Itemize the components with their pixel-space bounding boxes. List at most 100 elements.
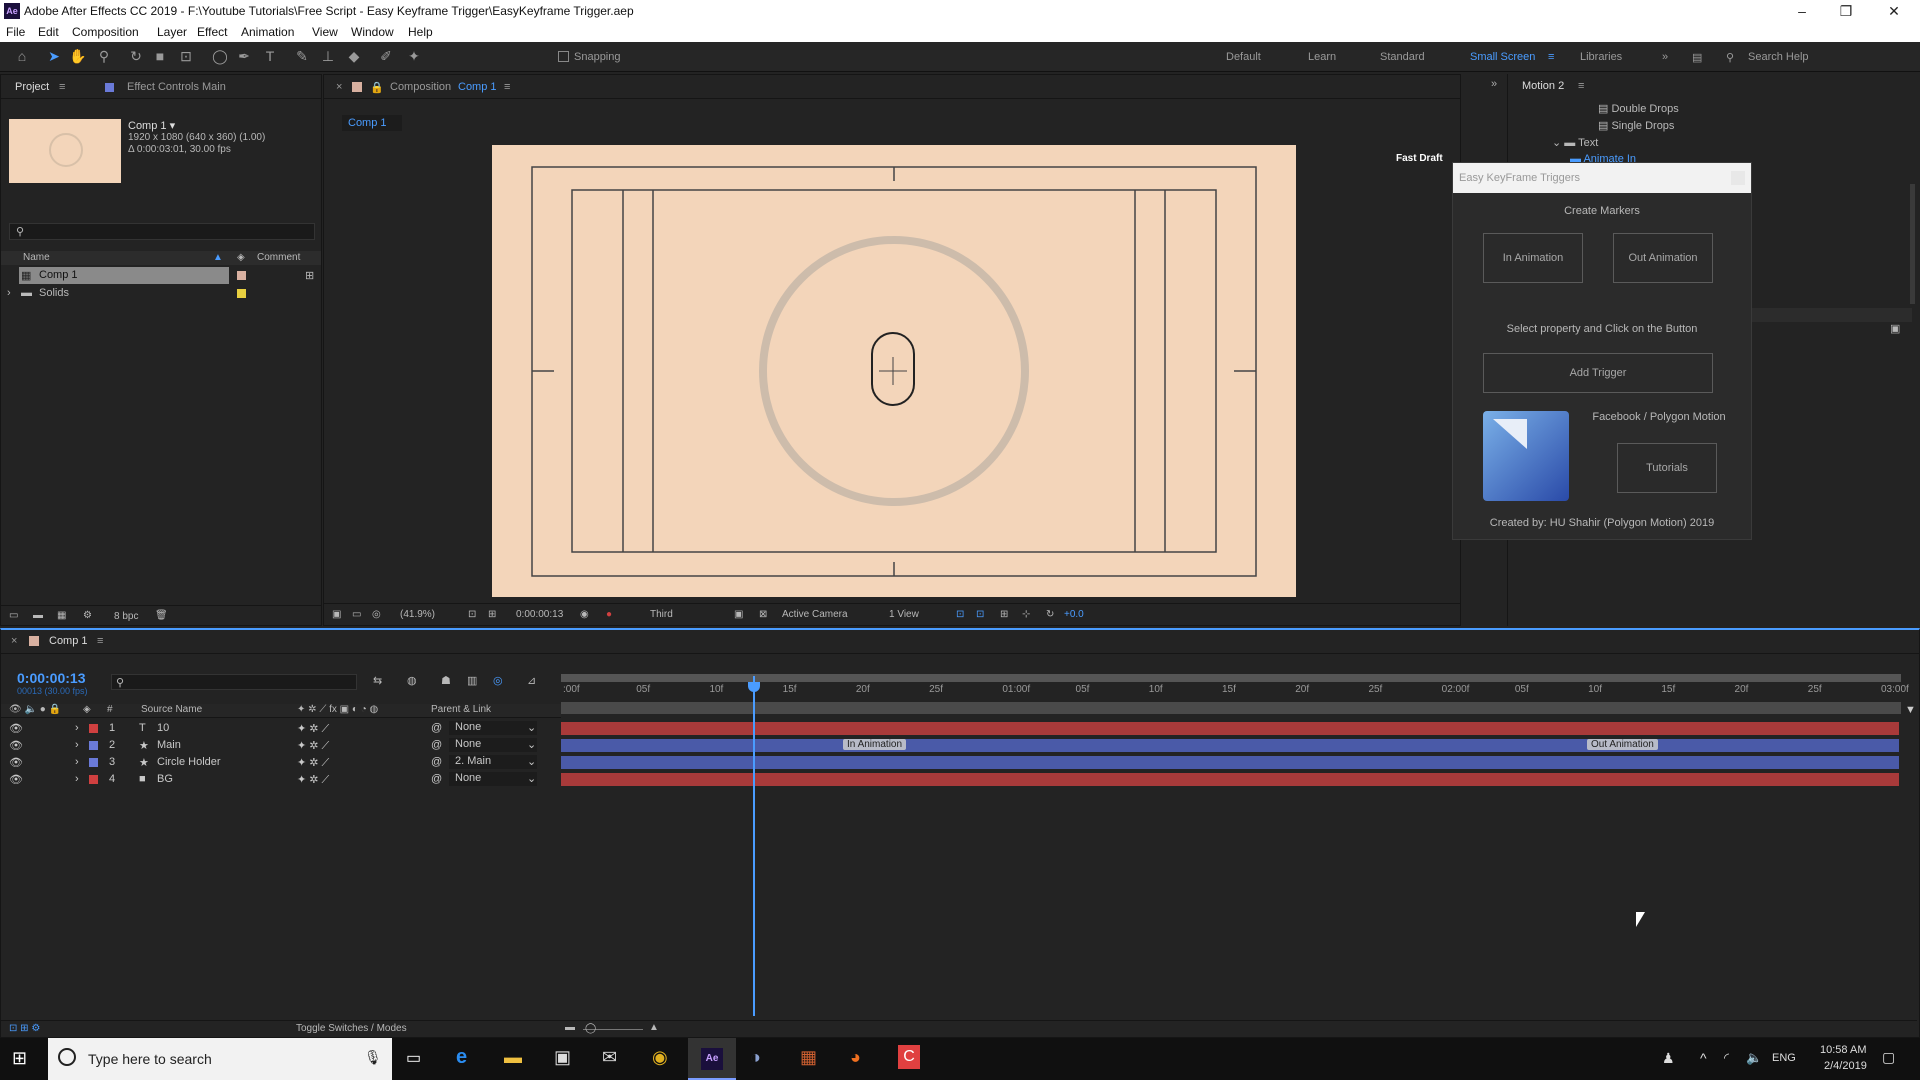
- menu-edit[interactable]: Edit: [38, 25, 59, 39]
- layer-name[interactable]: Circle Holder: [157, 756, 221, 768]
- parent-dropdown[interactable]: None: [449, 738, 537, 752]
- comp-canvas[interactable]: [492, 145, 1296, 597]
- tree-item[interactable]: ⌄ ▬ Text: [1552, 136, 1598, 149]
- layer-duration-bar[interactable]: [561, 722, 1899, 735]
- edge-icon[interactable]: e: [456, 1046, 467, 1069]
- wifi-icon[interactable]: ◜: [1724, 1050, 1729, 1066]
- expand-layer-icon[interactable]: ›: [75, 722, 79, 734]
- tutorials-button[interactable]: Tutorials: [1617, 443, 1717, 493]
- snapshot-icon[interactable]: ◉: [580, 609, 589, 620]
- add-trigger-button[interactable]: Add Trigger: [1483, 353, 1713, 393]
- layer-name[interactable]: 10: [157, 722, 169, 734]
- timeline-current-time[interactable]: 0:00:00:13: [17, 670, 86, 686]
- file-explorer-icon[interactable]: ▬: [504, 1047, 522, 1068]
- layer-switch-icons[interactable]: ✦ ✲ ⟋: [297, 739, 329, 753]
- layer-row[interactable]: 👁 › 2 ★ Main ✦ ✲ ⟋ @ None ⌄: [1, 737, 561, 754]
- layer-row[interactable]: 👁 › 4 ■ BG ✦ ✲ ⟋ @ None ⌄: [1, 771, 561, 788]
- monitor-icon[interactable]: ▭: [352, 609, 361, 620]
- expand-panels-icon[interactable]: »: [1491, 78, 1497, 90]
- layer-duration-bar[interactable]: [561, 756, 1899, 769]
- workspace-default[interactable]: Default: [1226, 51, 1261, 63]
- workspace-overflow-icon[interactable]: »: [1662, 51, 1668, 63]
- tray-expand-icon[interactable]: ^: [1700, 1050, 1707, 1066]
- layer-row[interactable]: 👁 › 1 T 10 ✦ ✲ ⟋ @ None ⌄: [1, 720, 561, 737]
- tree-item[interactable]: ▤ Single Drops: [1598, 119, 1674, 132]
- windows-start-icon[interactable]: ⊞: [12, 1048, 27, 1069]
- visibility-eye-icon[interactable]: 👁: [9, 739, 23, 752]
- layer-name[interactable]: BG: [157, 773, 173, 785]
- chrome-icon[interactable]: ◉: [652, 1047, 668, 1068]
- always-preview-icon[interactable]: ▣: [332, 609, 341, 620]
- menu-file[interactable]: File: [6, 25, 25, 39]
- brush-tool-icon[interactable]: ✎: [292, 48, 312, 65]
- menu-effect[interactable]: Effect: [197, 25, 227, 39]
- exposure-value[interactable]: +0.0: [1064, 609, 1084, 620]
- interpret-footage-icon[interactable]: ▭: [9, 610, 18, 621]
- channel-icon[interactable]: ●: [606, 609, 612, 620]
- layer-row[interactable]: 👁 › 3 ★ Circle Holder ✦ ✲ ⟋ @2. Main ⌄: [1, 754, 561, 771]
- tab-composition-name[interactable]: Comp 1: [458, 81, 497, 93]
- chevron-down-icon[interactable]: ⌄: [527, 772, 536, 785]
- snapping-checkbox[interactable]: [558, 51, 569, 62]
- polygon-motion-logo[interactable]: [1483, 411, 1569, 501]
- vr-icon[interactable]: ◎: [372, 609, 381, 620]
- facebook-link[interactable]: Facebook / Polygon Motion: [1579, 411, 1739, 423]
- expand-layer-icon[interactable]: ›: [75, 756, 79, 768]
- tree-item[interactable]: ▤ Double Drops: [1598, 102, 1679, 115]
- tab-composition-label[interactable]: Composition: [390, 81, 451, 93]
- expand-layer-icon[interactable]: ›: [75, 739, 79, 751]
- label-color[interactable]: [237, 271, 246, 280]
- hand-tool-icon[interactable]: ✋: [68, 48, 88, 65]
- expand-layer-icon[interactable]: ›: [75, 773, 79, 785]
- in-animation-button[interactable]: In Animation: [1483, 233, 1583, 283]
- puppet-pin-icon[interactable]: ✦: [404, 48, 424, 65]
- firefox-icon[interactable]: ◕: [850, 1047, 861, 1068]
- label-column-icon[interactable]: ◈: [83, 704, 91, 715]
- store-icon[interactable]: ▣: [554, 1047, 571, 1068]
- col-parent[interactable]: Parent & Link: [431, 704, 491, 715]
- close-tab-icon[interactable]: ×: [11, 635, 17, 647]
- lock-icon[interactable]: 🔒: [370, 81, 384, 94]
- layer-number-col[interactable]: #: [107, 704, 113, 715]
- microphone-icon[interactable]: 🎙: [364, 1049, 382, 1066]
- comp-name[interactable]: Comp 1 ▾: [128, 119, 175, 132]
- project-search-input[interactable]: ⚲: [9, 223, 315, 240]
- adjust-icon[interactable]: ⚙: [83, 610, 92, 621]
- layer-label-color[interactable]: [89, 775, 98, 784]
- trash-icon[interactable]: 🗑: [155, 610, 168, 621]
- clock-date[interactable]: 2/4/2019: [1824, 1060, 1867, 1072]
- camera-dropdown[interactable]: Active Camera: [782, 609, 848, 620]
- zoom-dropdown[interactable]: (41.9%): [400, 609, 435, 620]
- out-animation-button[interactable]: Out Animation: [1613, 233, 1713, 283]
- visibility-eye-icon[interactable]: 👁: [9, 756, 23, 769]
- layer-switch-icons[interactable]: ✦ ✲ ⟋: [297, 756, 329, 770]
- comp-mini-flowchart-icon[interactable]: ⇆: [373, 674, 382, 687]
- parent-dropdown[interactable]: None: [449, 721, 537, 735]
- motion-list-item[interactable]: [1750, 308, 1912, 322]
- timeline-end-handle[interactable]: ▼: [1905, 704, 1917, 718]
- clock-time[interactable]: 10:58 AM: [1820, 1044, 1866, 1056]
- visibility-eye-icon[interactable]: 👁: [9, 773, 23, 786]
- zoom-tool-icon[interactable]: ⚲: [94, 48, 114, 65]
- folder-icon[interactable]: ▣: [1890, 322, 1900, 335]
- pick-whip-icon[interactable]: @: [431, 773, 442, 785]
- menu-view[interactable]: View: [312, 25, 338, 39]
- composition-menu-icon[interactable]: ≡: [504, 81, 510, 93]
- eraser-tool-icon[interactable]: ◆: [344, 48, 364, 65]
- toggle-switches-modes[interactable]: Toggle Switches / Modes: [296, 1023, 407, 1034]
- menu-animation[interactable]: Animation: [241, 25, 294, 39]
- workspace-standard[interactable]: Standard: [1380, 51, 1425, 63]
- label-color[interactable]: [237, 289, 246, 298]
- current-time-display[interactable]: 0:00:00:13: [516, 609, 563, 620]
- tab-effect-controls[interactable]: Effect Controls Main: [127, 81, 226, 93]
- workspace-learn[interactable]: Learn: [1308, 51, 1336, 63]
- layer-name[interactable]: Main: [157, 739, 181, 751]
- layer-switch-icons[interactable]: ✦ ✲ ⟋: [297, 773, 329, 787]
- col-source-name[interactable]: Source Name: [141, 704, 202, 715]
- zoom-slider-handle[interactable]: ◯: [585, 1023, 596, 1034]
- project-item[interactable]: › ▬ Solids: [1, 285, 321, 302]
- flowchart-icon[interactable]: ⊹: [1022, 609, 1030, 620]
- comp-flow-tab[interactable]: Comp 1: [342, 115, 402, 131]
- chevron-down-icon[interactable]: ⌄: [527, 738, 536, 751]
- motion-scrollbar[interactable]: [1910, 184, 1915, 304]
